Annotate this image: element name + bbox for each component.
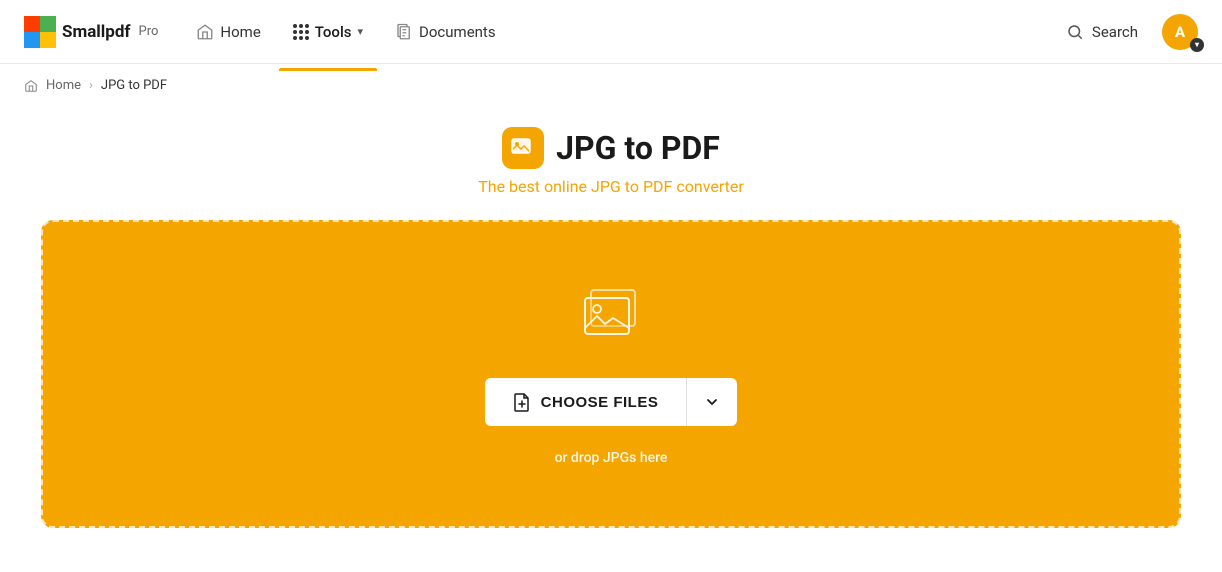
nav-home-label: Home bbox=[220, 23, 260, 41]
drop-zone-icon bbox=[571, 282, 651, 354]
breadcrumb-home-label: Home bbox=[46, 78, 81, 93]
avatar-letter: A bbox=[1175, 23, 1185, 41]
documents-icon bbox=[395, 23, 413, 41]
breadcrumb: Home › JPG to PDF bbox=[0, 64, 1222, 107]
pro-label: Pro bbox=[139, 24, 159, 39]
nav-tools-label: Tools bbox=[315, 23, 352, 41]
nav-home[interactable]: Home bbox=[182, 15, 274, 49]
search-label: Search bbox=[1092, 23, 1138, 41]
tools-grid-icon bbox=[293, 24, 309, 40]
drop-hint: or drop JPGs here bbox=[555, 450, 668, 466]
search-area[interactable]: Search bbox=[1066, 23, 1138, 41]
main-content: JPG to PDF The best online JPG to PDF co… bbox=[0, 107, 1222, 568]
logo[interactable]: Smallpdf Pro bbox=[24, 16, 158, 48]
nav-documents-label: Documents bbox=[419, 23, 496, 41]
user-avatar[interactable]: A ▾ bbox=[1162, 14, 1198, 50]
page-tool-icon bbox=[502, 127, 544, 169]
jpg-to-pdf-icon bbox=[510, 135, 536, 161]
breadcrumb-home-icon bbox=[24, 79, 38, 93]
breadcrumb-home-link[interactable]: Home bbox=[46, 78, 81, 93]
search-icon bbox=[1066, 23, 1084, 41]
choose-files-button[interactable]: CHOOSE FILES bbox=[485, 378, 687, 426]
chevron-down-icon bbox=[705, 395, 719, 409]
breadcrumb-separator: › bbox=[89, 78, 93, 93]
navbar: Smallpdf Pro Home Tools ▾ bbox=[0, 0, 1222, 64]
nav-items: Home Tools ▾ Documents bbox=[182, 15, 1058, 49]
tools-dropdown-arrow: ▾ bbox=[357, 25, 363, 38]
breadcrumb-current: JPG to PDF bbox=[101, 78, 167, 93]
page-title-row: JPG to PDF bbox=[502, 127, 720, 169]
choose-files-dropdown-button[interactable] bbox=[686, 378, 737, 426]
file-buttons: CHOOSE FILES bbox=[485, 378, 738, 426]
smallpdf-logo-icon bbox=[24, 16, 56, 48]
home-icon bbox=[196, 23, 214, 41]
page-title: JPG to PDF bbox=[556, 129, 720, 167]
nav-tools[interactable]: Tools ▾ bbox=[279, 15, 377, 49]
avatar-dropdown-icon: ▾ bbox=[1190, 38, 1204, 52]
nav-documents[interactable]: Documents bbox=[381, 15, 510, 49]
page-header: JPG to PDF The best online JPG to PDF co… bbox=[478, 127, 744, 196]
choose-files-label: CHOOSE FILES bbox=[541, 394, 659, 411]
file-add-icon bbox=[513, 392, 531, 412]
drop-zone[interactable]: CHOOSE FILES or drop JPGs here bbox=[41, 220, 1181, 528]
page-subtitle: The best online JPG to PDF converter bbox=[478, 177, 744, 196]
logo-text: Smallpdf bbox=[62, 22, 131, 42]
